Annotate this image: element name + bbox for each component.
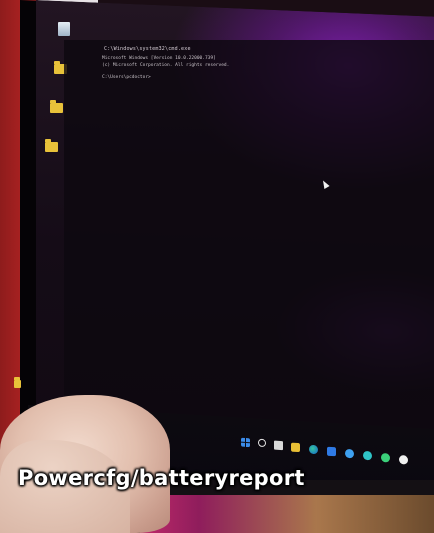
search-icon[interactable] — [258, 438, 266, 448]
cmd-prompt-line[interactable]: C:\Users\pcdoctor> — [102, 75, 151, 80]
start-icon[interactable] — [241, 437, 250, 448]
app-icon[interactable] — [345, 448, 354, 459]
store-icon[interactable] — [327, 446, 336, 457]
file-explorer-icon[interactable] — [291, 442, 300, 453]
app-icon[interactable] — [363, 450, 372, 461]
recycle-bin-icon[interactable] — [58, 22, 70, 36]
app-icon[interactable] — [381, 452, 390, 463]
edge-icon[interactable] — [309, 444, 318, 455]
laptop-base — [140, 495, 434, 533]
folder-icon[interactable] — [50, 100, 63, 113]
cmd-title: C:\Windows\system32\cmd.exe — [104, 46, 191, 52]
task-view-icon[interactable] — [274, 440, 283, 451]
cmd-line: Microsoft Windows [Version 10.0.22000.73… — [102, 56, 216, 61]
command-prompt-window[interactable]: C:\Windows\system32\cmd.exe Microsoft Wi… — [64, 40, 434, 440]
cmd-line: (c) Microsoft Corporation. All rights re… — [102, 63, 230, 68]
folder-icon[interactable] — [14, 377, 21, 388]
app-icon[interactable] — [399, 455, 408, 465]
folder-icon[interactable] — [45, 139, 58, 152]
video-caption: Powercfg/batteryreport — [18, 466, 305, 490]
photo-scene: C:\Windows\system32\cmd.exe Microsoft Wi… — [0, 0, 434, 533]
